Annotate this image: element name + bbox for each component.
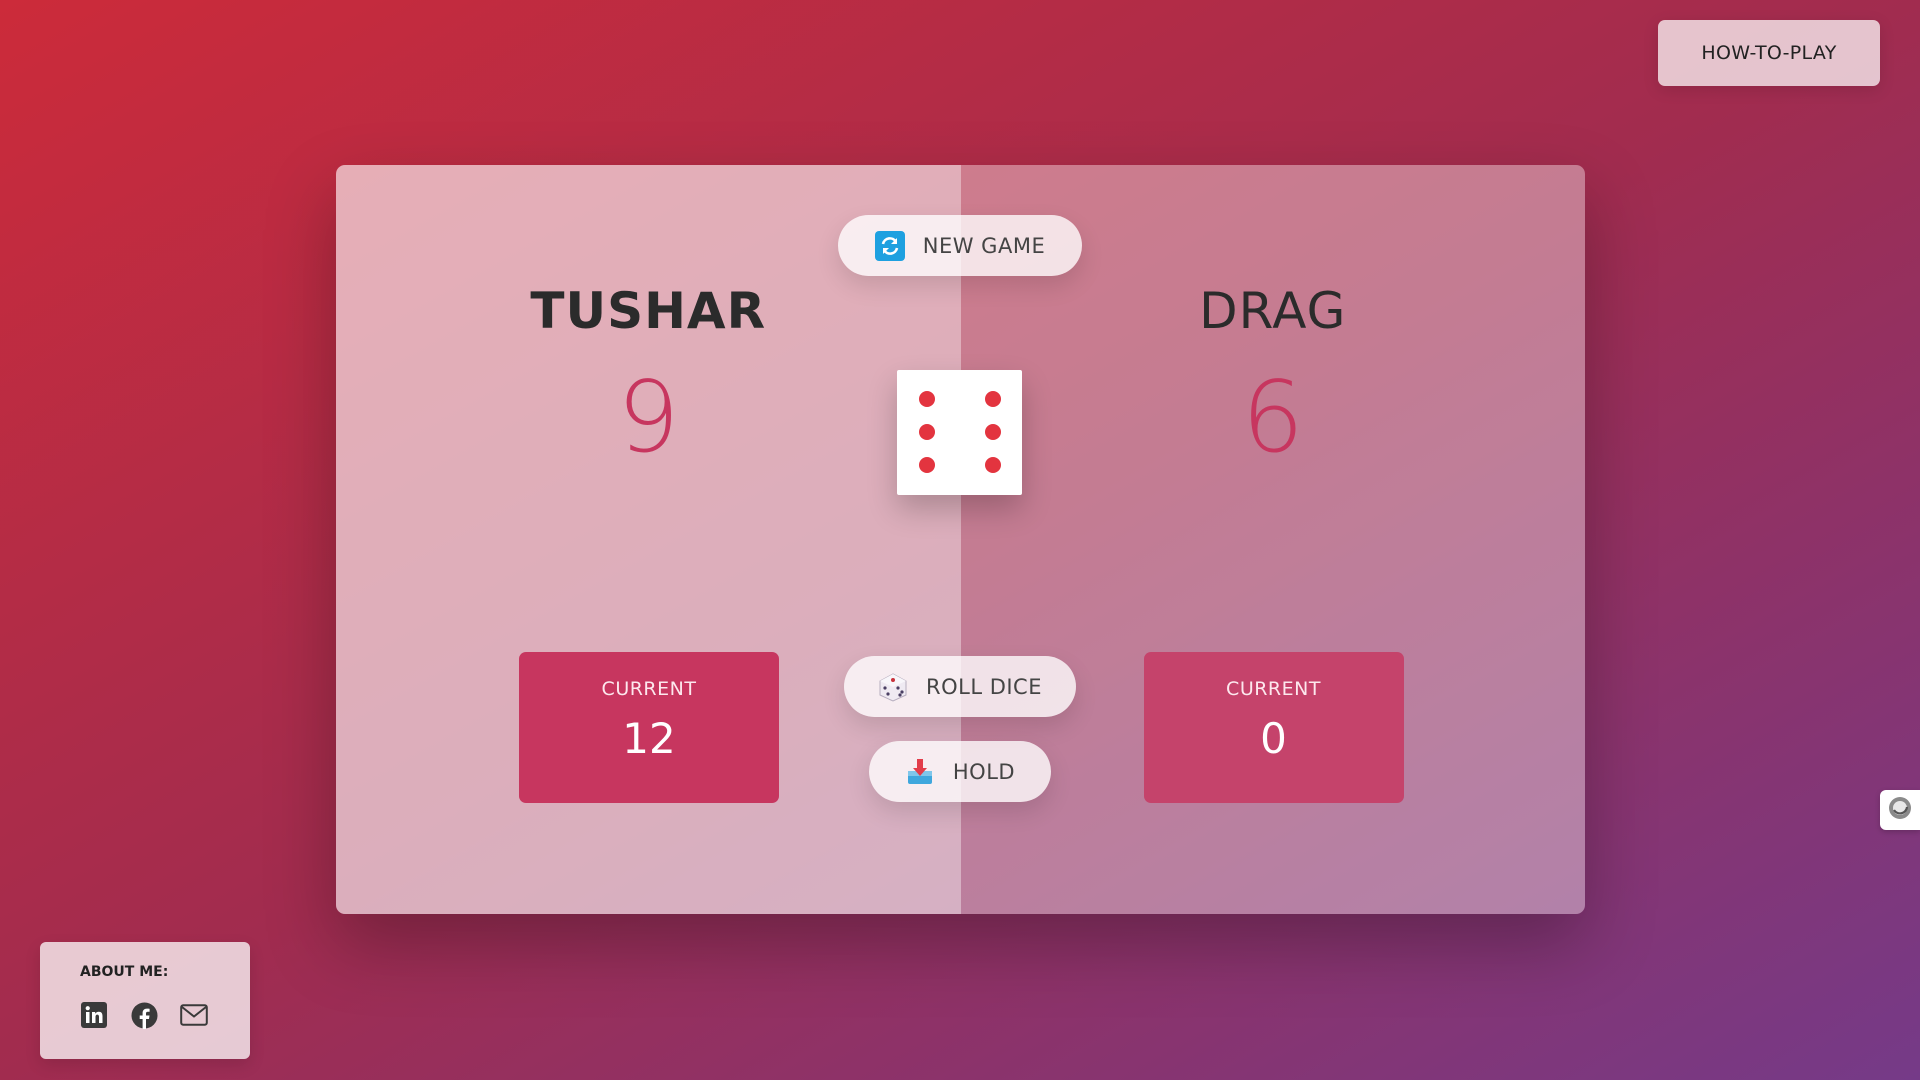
hold-label: HOLD	[952, 759, 1016, 784]
linkedin-icon[interactable]	[80, 1001, 108, 1029]
player-1-current-label: CURRENT	[601, 678, 697, 700]
new-game-label: NEW GAME	[922, 233, 1046, 258]
dice-icon	[878, 672, 908, 702]
circle-icon	[1887, 795, 1913, 825]
dice-pip	[985, 424, 1001, 440]
player-2-current-box: CURRENT 0	[1143, 652, 1404, 803]
about-me-box: ABOUT ME:	[40, 942, 250, 1059]
player-1-name: TUSHAR	[530, 282, 767, 340]
player-2-name: DRAG	[1199, 282, 1347, 340]
dice-pip	[919, 424, 935, 440]
dice-pip	[985, 391, 1001, 407]
about-me-title: ABOUT ME:	[80, 964, 169, 980]
extension-widget[interactable]	[1880, 790, 1920, 830]
player-1-panel: TUSHAR 9 CURRENT 12	[336, 165, 961, 914]
refresh-icon	[874, 230, 905, 261]
dice	[897, 370, 1022, 495]
player-2-panel: DRAG 6 CURRENT 0	[960, 165, 1585, 914]
dice-pip	[919, 457, 935, 473]
player-1-score: 9	[617, 361, 680, 475]
dice-pip	[919, 391, 935, 407]
player-1-current-score: 12	[622, 714, 676, 763]
roll-dice-label: ROLL DICE	[926, 674, 1042, 699]
hold-button[interactable]: HOLD	[869, 741, 1051, 802]
how-to-play-button[interactable]: HOW-TO-PLAY	[1658, 20, 1880, 86]
dice-pip	[985, 457, 1001, 473]
inbox-tray-icon	[905, 757, 935, 787]
player-2-current-score: 0	[1260, 714, 1287, 763]
facebook-icon[interactable]	[130, 1001, 158, 1029]
player-2-score: 6	[1241, 361, 1304, 475]
mail-icon[interactable]	[180, 1001, 208, 1029]
roll-dice-button[interactable]: ROLL DICE	[844, 656, 1076, 717]
player-2-current-label: CURRENT	[1226, 678, 1321, 700]
new-game-button[interactable]: NEW GAME	[838, 215, 1082, 276]
social-links	[80, 1001, 208, 1029]
player-1-current-box: CURRENT 12	[519, 652, 779, 803]
